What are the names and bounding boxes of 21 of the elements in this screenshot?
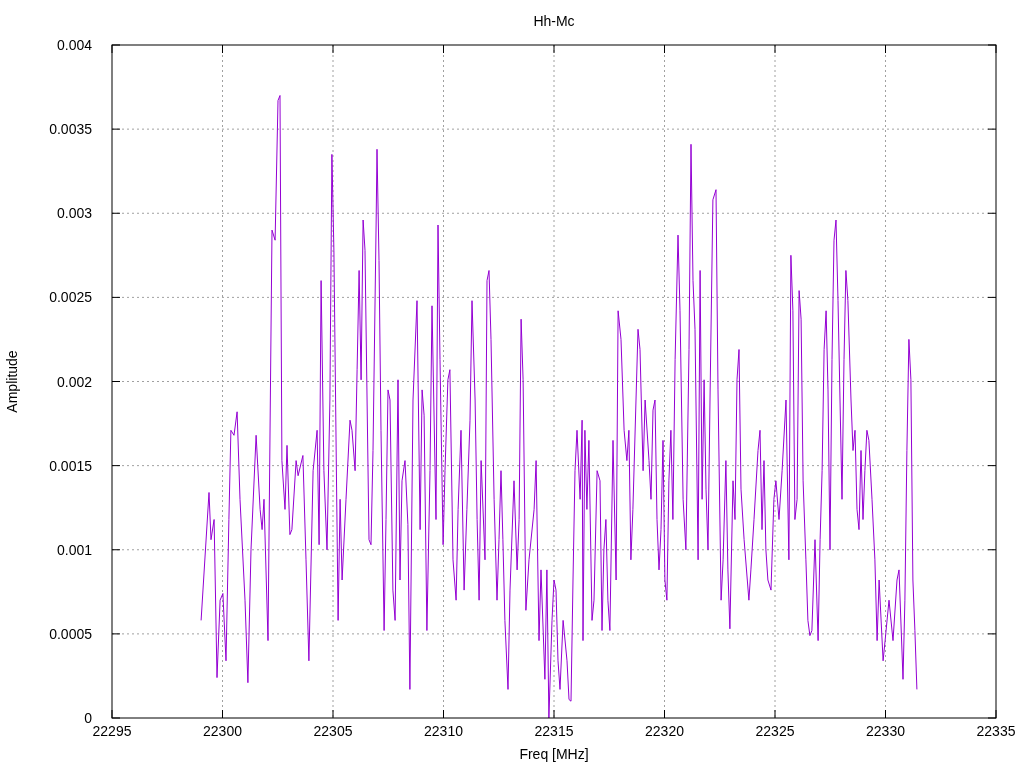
tick-label: 22310 — [424, 723, 463, 739]
tick-label: 0.0025 — [49, 289, 92, 306]
tick-label: 0 — [84, 710, 92, 726]
tick-label: 22330 — [866, 723, 905, 739]
tick-label: 22325 — [755, 723, 795, 739]
tick-label: 0.004 — [56, 37, 92, 53]
chart-title: Hh-Mc — [533, 13, 575, 29]
tick-label: 22315 — [534, 723, 574, 739]
tick-label: 22305 — [313, 723, 353, 739]
tick-label: 22295 — [92, 723, 132, 739]
tick-label: 22335 — [976, 723, 1016, 739]
tick-label: 22300 — [203, 723, 242, 739]
x-axis-label: Freq [MHz] — [519, 746, 589, 762]
tick-label: 0.0015 — [49, 457, 92, 474]
tick-label: 0.001 — [56, 541, 92, 558]
tick-label: 22320 — [645, 723, 684, 739]
tick-label: 0.003 — [56, 205, 92, 222]
tick-label: 0.002 — [56, 373, 92, 390]
tick-label: 0.0005 — [49, 625, 92, 642]
y-axis-label: Amplitude — [4, 350, 20, 413]
tick-label: 0.0035 — [49, 121, 92, 138]
